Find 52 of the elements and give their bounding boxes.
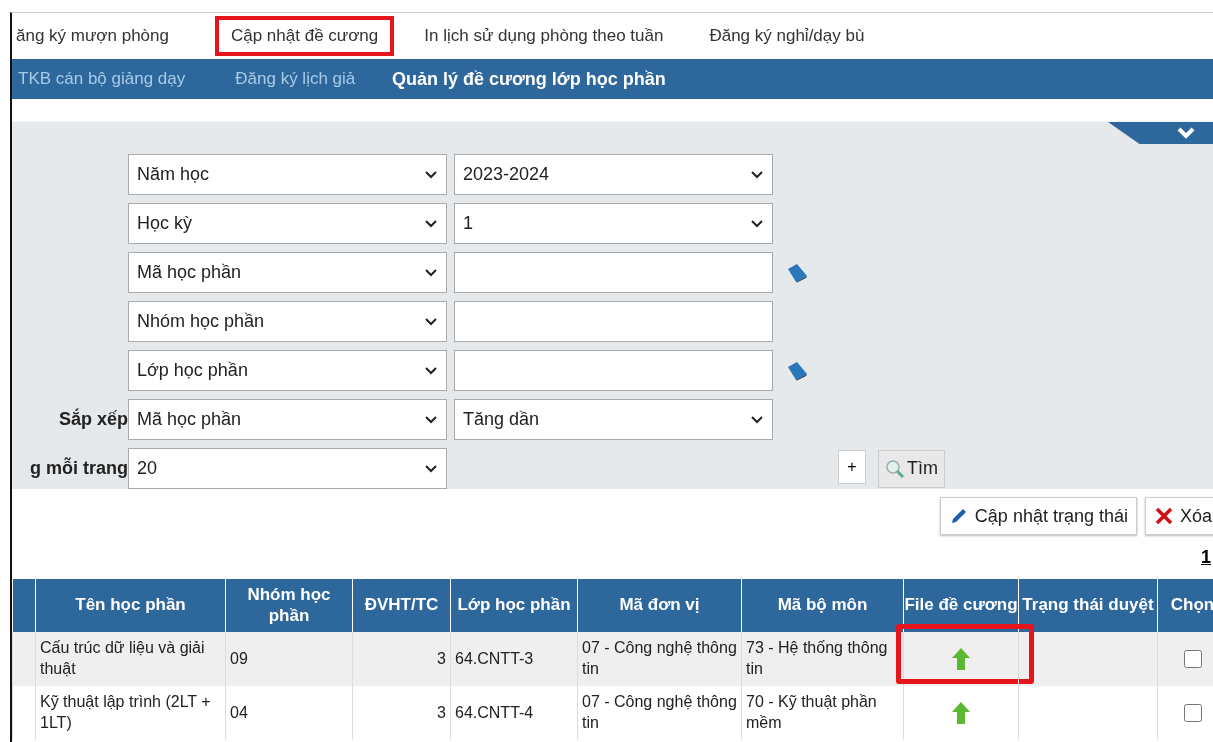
chevron-down-icon	[1177, 127, 1195, 139]
dropdown[interactable]: Học kỳ	[128, 203, 447, 244]
dropdown[interactable]: 20	[128, 448, 447, 489]
add-button[interactable]: +	[838, 449, 866, 484]
text-field[interactable]	[454, 252, 773, 293]
book-icon[interactable]	[786, 360, 808, 381]
text-field[interactable]	[454, 350, 773, 391]
table-cell: 04	[225, 686, 352, 740]
collapse-tab[interactable]	[1108, 122, 1213, 144]
chevron-down-icon	[424, 415, 438, 424]
filter-label: Sắp xếp	[58, 409, 128, 430]
chevron-down-icon	[424, 170, 438, 179]
search-icon	[885, 458, 905, 479]
table-cell: Kỹ thuật lập trình (2LT + 1LT)	[35, 686, 225, 740]
chevron-down-icon	[424, 464, 438, 473]
row-checkbox[interactable]	[1183, 650, 1202, 668]
chevron-down-icon	[750, 170, 764, 179]
chevron-down-icon	[750, 219, 764, 228]
delete-button[interactable]: Xóa	[1144, 497, 1213, 535]
chevron-down-icon	[424, 317, 438, 326]
text-field[interactable]	[454, 301, 773, 342]
chevron-down-icon	[424, 219, 438, 228]
menu-item[interactable]: Đăng ký nghỉ/dạy bù	[693, 16, 881, 56]
dropdown[interactable]: Tăng dần	[454, 399, 773, 440]
chevron-down-icon	[424, 366, 438, 375]
dropdown[interactable]: Nhóm học phần	[128, 301, 447, 342]
search-button[interactable]: Tìm	[878, 449, 945, 488]
close-icon	[1153, 506, 1174, 526]
menu-item[interactable]: TKB cán bộ giảng dạy	[18, 69, 186, 89]
page-link[interactable]: 1	[1201, 546, 1211, 568]
filter-label: g mỗi trang	[30, 458, 128, 479]
dropdown[interactable]: Lớp học phần	[128, 350, 447, 391]
book-icon[interactable]	[786, 262, 808, 283]
chevron-down-icon	[750, 415, 764, 424]
dropdown[interactable]: Mã học phần	[128, 399, 447, 440]
dropdown[interactable]: Năm học	[128, 154, 447, 195]
row-checkbox[interactable]	[1183, 704, 1202, 722]
dropdown[interactable]: Mã học phần	[128, 252, 447, 293]
upload-arrow-icon[interactable]	[951, 701, 971, 725]
dropdown[interactable]: 2023-2024	[454, 154, 773, 195]
menu-item[interactable]: Cập nhật đề cương	[214, 16, 395, 56]
table-cell: 07 - Công nghệ thông tin	[577, 686, 741, 740]
table-cell: 3	[352, 686, 450, 740]
update-status-button[interactable]: Cập nhật trạng thái	[939, 497, 1137, 535]
menu-item[interactable]: In lịch sử dụng phòng theo tuần	[408, 16, 680, 56]
table-cell: 70 - Kỹ thuật phần mềm	[741, 686, 903, 740]
chevron-down-icon	[424, 268, 438, 277]
menu-item[interactable]: ăng ký mượn phòng	[12, 16, 185, 56]
upload-arrow-icon[interactable]	[951, 647, 971, 671]
table-cell: 64.CNTT-4	[450, 686, 577, 740]
dropdown[interactable]: 1	[454, 203, 773, 244]
menu-item[interactable]: Đăng ký lịch giả	[235, 69, 356, 89]
